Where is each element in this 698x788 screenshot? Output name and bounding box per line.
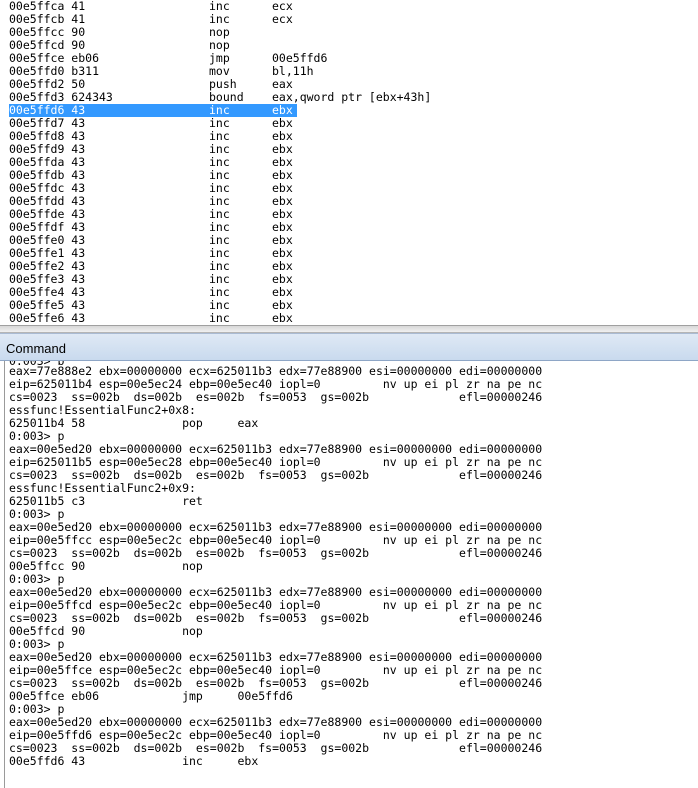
command-output-line: 625011b4 58 pop eax (9, 416, 259, 430)
disasm-line[interactable]: 00e5ffe1 43 inc ebx (9, 247, 698, 260)
disasm-line-selected[interactable]: 00e5ffd6 43 inc ebx (9, 104, 698, 117)
disasm-line[interactable]: 00e5ffdf 43 inc ebx (9, 221, 698, 234)
disasm-line[interactable]: 00e5ffcb 41 inc ecx (9, 13, 698, 26)
disasm-line[interactable]: 00e5ffe5 43 inc ebx (9, 299, 698, 312)
disasm-operands: eax,qword ptr [ebx+43h] (272, 90, 432, 104)
pane-splitter[interactable] (0, 325, 698, 333)
disasm-line[interactable]: 00e5ffcc 90 nop (9, 26, 698, 39)
command-window-title: Command (6, 341, 66, 356)
disassembly-window[interactable]: 00e5ffca 41 inc ecx 00e5ffcb 41 inc ecx 00e5ff… (0, 0, 698, 325)
disasm-line[interactable]: 00e5ffdc 43 inc ebx (9, 182, 698, 195)
disasm-address: 00e5ffe6 43 (9, 311, 86, 325)
disassembly-listing: 00e5ffca 41 inc ecx 00e5ffcb 41 inc ecx 00e5ff… (9, 0, 698, 325)
disasm-line[interactable]: 00e5ffd8 43 inc ebx (9, 130, 698, 143)
command-output-pane[interactable]: 0:003> peax=77e888e2 ebx=00000000 ecx=62… (4, 361, 698, 788)
command-output-text: 0:003> peax=77e888e2 ebx=00000000 ecx=62… (9, 361, 542, 768)
command-window-titlebar: Command (0, 333, 698, 361)
disasm-line[interactable]: 00e5ffd9 43 inc ebx (9, 143, 698, 156)
disasm-line[interactable]: 00e5ffce eb06 jmp 00e5ffd6 (9, 52, 698, 65)
disasm-operands: ecx (272, 12, 293, 26)
command-output-line: 00e5ffcd 90 nop (9, 624, 203, 638)
disasm-line[interactable]: 00e5ffe6 43 inc ebx (9, 312, 698, 325)
command-output-line: 00e5ffcc 90 nop (9, 559, 203, 573)
disasm-operands: ebx (272, 311, 293, 325)
disasm-line[interactable]: 00e5ffe0 43 inc ebx (9, 234, 698, 247)
disasm-line[interactable]: 00e5ffdb 43 inc ebx (9, 169, 698, 182)
disasm-line[interactable]: 00e5ffe2 43 inc ebx (9, 260, 698, 273)
disasm-line[interactable]: 00e5ffd7 43 inc ebx (9, 117, 698, 130)
disasm-mnemonic: inc (209, 311, 230, 325)
disasm-line[interactable]: 00e5ffd3 624343 bound eax,qword ptr [ebx+4… (9, 91, 698, 104)
disasm-line[interactable]: 00e5ffd0 b311 mov bl,11h (9, 65, 698, 78)
disasm-line[interactable]: 00e5ffca 41 inc ecx (9, 0, 698, 13)
disasm-line[interactable]: 00e5ffcd 90 nop (9, 39, 698, 52)
disasm-line[interactable]: 00e5ffe3 43 inc ebx (9, 273, 698, 286)
disasm-line[interactable]: 00e5ffda 43 inc ebx (9, 156, 698, 169)
disasm-line[interactable]: 00e5ffde 43 inc ebx (9, 208, 698, 221)
disasm-line[interactable]: 00e5ffdd 43 inc ebx (9, 195, 698, 208)
command-output-line: 625011b5 c3 ret (9, 494, 203, 508)
command-output-line: 00e5ffce eb06 jmp 00e5ffd6 (9, 689, 293, 703)
command-output-line: 00e5ffd6 43 inc ebx (9, 754, 259, 768)
disasm-line[interactable]: 00e5ffe4 43 inc ebx (9, 286, 698, 299)
